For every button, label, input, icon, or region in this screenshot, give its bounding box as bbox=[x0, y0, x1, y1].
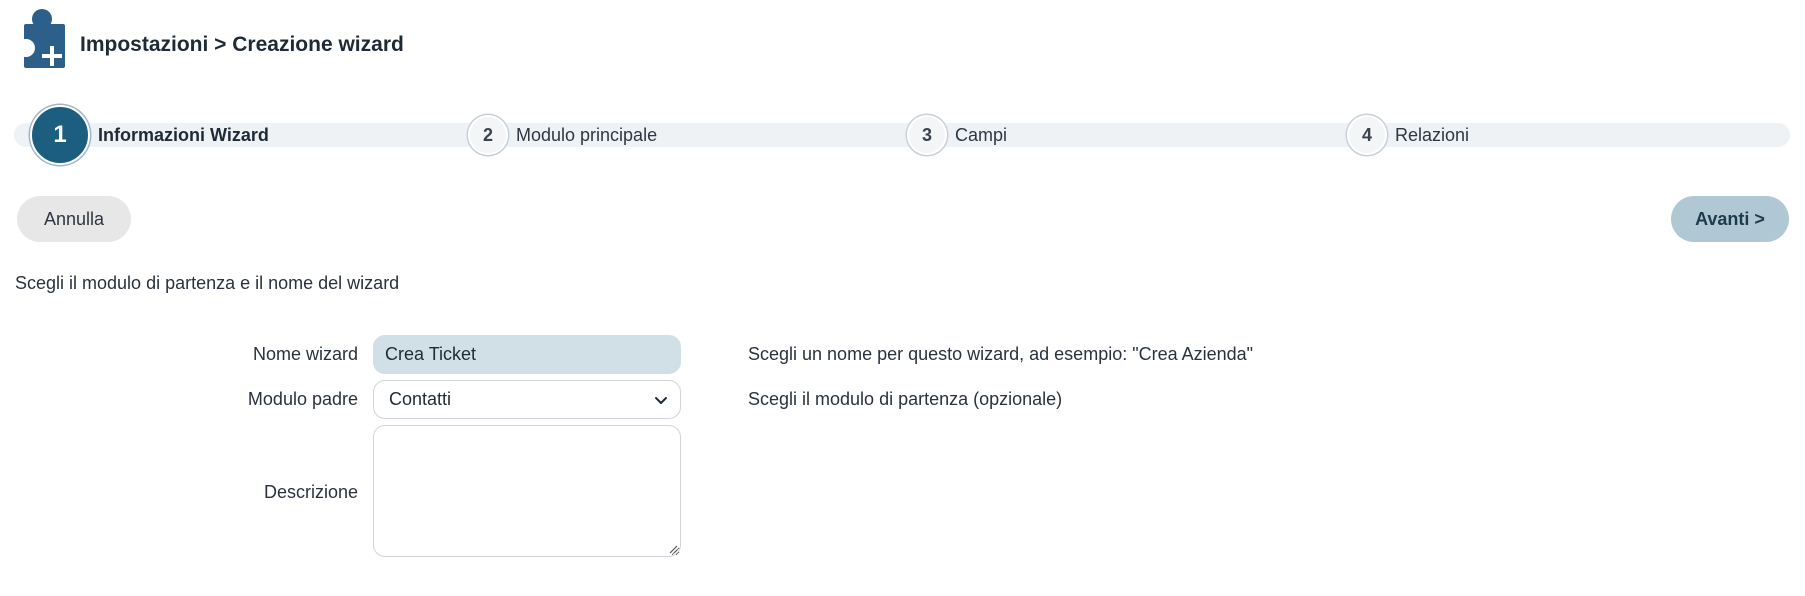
wizard-stepper-track bbox=[14, 123, 1790, 147]
wizard-name-input[interactable]: Crea Ticket bbox=[373, 335, 681, 374]
step-informazioni-wizard[interactable]: 1 Informazioni Wizard bbox=[30, 105, 269, 165]
description-label: Descrizione bbox=[263, 482, 358, 502]
wizard-name-value: Crea Ticket bbox=[385, 344, 477, 364]
step-modulo-principale[interactable]: 2 Modulo principale bbox=[468, 115, 657, 155]
puzzle-plus-icon bbox=[22, 9, 65, 68]
step-label: Relazioni bbox=[1395, 124, 1470, 145]
step-label: Campi bbox=[955, 124, 1008, 145]
page-title: Impostazioni > Creazione wizard bbox=[80, 33, 404, 56]
parent-module-select[interactable]: Contatti bbox=[373, 380, 681, 419]
chevron-down-icon bbox=[655, 396, 667, 404]
step-number: 1 bbox=[30, 105, 90, 165]
step-number: 2 bbox=[468, 115, 508, 155]
step-number: 3 bbox=[907, 115, 947, 155]
step-label: Modulo principale bbox=[516, 124, 658, 145]
step-campi[interactable]: 3 Campi bbox=[907, 115, 1007, 155]
step-relazioni[interactable]: 4 Relazioni bbox=[1347, 115, 1469, 155]
step-label: Informazioni Wizard bbox=[98, 124, 269, 145]
parent-module-help: Scegli il modulo di partenza (opzionale) bbox=[748, 389, 1063, 409]
step-number: 4 bbox=[1347, 115, 1387, 155]
wizard-name-help: Scegli un nome per questo wizard, ad ese… bbox=[748, 344, 1254, 364]
cancel-button[interactable]: Annulla bbox=[17, 196, 131, 242]
parent-module-label: Modulo padre bbox=[247, 389, 358, 409]
description-textarea[interactable] bbox=[373, 425, 681, 557]
parent-module-selected: Contatti bbox=[389, 389, 452, 409]
wizard-name-label: Nome wizard bbox=[252, 344, 358, 364]
page-header: Impostazioni > Creazione wizard bbox=[22, 8, 404, 70]
intro-text: Scegli il modulo di partenza e il nome d… bbox=[15, 273, 400, 293]
next-button[interactable]: Avanti > bbox=[1671, 196, 1789, 242]
resize-grip-icon[interactable] bbox=[668, 544, 678, 554]
